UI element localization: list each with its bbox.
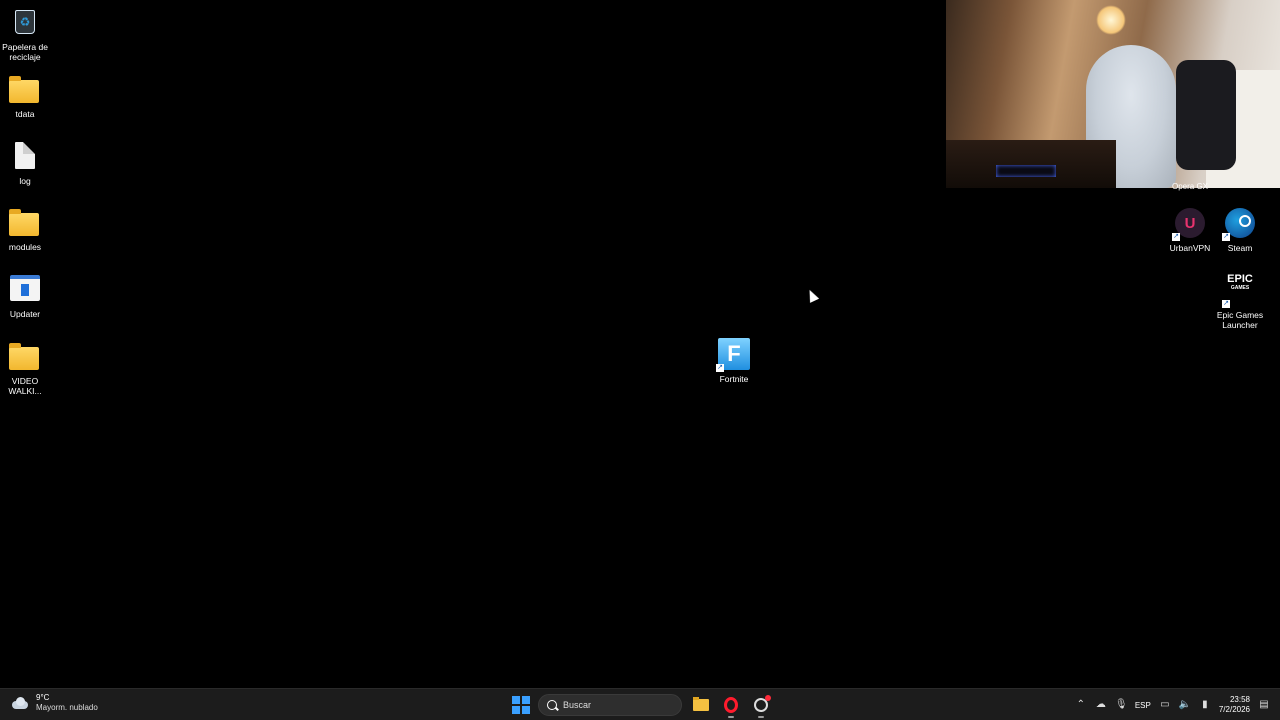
shortcut-arrow-icon: ↗ [716, 364, 724, 372]
search-icon [547, 700, 557, 710]
text-file-icon [15, 142, 35, 169]
desktop-icon-tdata[interactable]: tdata [0, 73, 55, 119]
desktop-icon-modules[interactable]: modules [0, 206, 55, 252]
taskbar-search-box[interactable]: Buscar [538, 694, 682, 716]
desktop-icon-epic-games[interactable]: EPIC GAMES ↗ Epic Games Launcher [1210, 274, 1270, 331]
desktop-icon-label: tdata [15, 109, 35, 119]
desktop-icon-log[interactable]: log [0, 140, 55, 186]
shortcut-arrow-icon: ↗ [1222, 233, 1230, 241]
weather-widget[interactable]: 9°C Mayorm. nublado [10, 693, 98, 713]
taskbar-opera[interactable] [720, 694, 742, 718]
weather-temp: 9°C [36, 693, 50, 702]
desktop-icon-label: Epic Games Launcher [1216, 310, 1264, 330]
desktop-icon-label: Fortnite [719, 374, 749, 384]
opera-icon [724, 697, 738, 713]
desktop-icon-label: modules [8, 242, 42, 252]
desktop-icon-updater[interactable]: Updater [0, 273, 55, 319]
taskbar-opera-gx[interactable] [750, 694, 772, 718]
clock-time: 23:58 [1229, 695, 1250, 704]
mouse-cursor-icon [805, 287, 820, 303]
desktop-icon-label: Updater [9, 309, 41, 319]
notification-icon[interactable]: ▤ [1258, 699, 1270, 711]
chevron-up-icon[interactable]: ⌃ [1075, 699, 1087, 711]
clock-date: 7/2/2026 [1218, 705, 1250, 714]
webcam-chair [1176, 60, 1236, 170]
shortcut-arrow-icon: ↗ [1172, 233, 1180, 241]
running-indicator [728, 716, 734, 718]
webcam-desk [946, 140, 1116, 188]
running-indicator [758, 716, 764, 718]
microphone-icon[interactable]: 🎙 [1115, 699, 1128, 711]
folder-icon [9, 343, 39, 370]
taskbar-file-explorer[interactable] [690, 694, 712, 716]
webcam-overlay [946, 0, 1280, 188]
cloud-icon [10, 696, 30, 710]
webcam-keyboard [996, 165, 1056, 177]
file-explorer-icon [693, 697, 709, 711]
desktop-icon-label: Steam [1227, 243, 1253, 253]
start-button-windows-icon[interactable] [512, 696, 530, 714]
search-placeholder: Buscar [563, 700, 592, 710]
desktop-icon-video-walki[interactable]: VIDEO WALKI... [0, 340, 55, 396]
updater-app-icon [10, 275, 40, 301]
folder-icon [9, 209, 39, 236]
weather-desc: Mayorm. nublado [36, 703, 98, 712]
recycle-bin-icon: ♻ [15, 10, 35, 34]
battery-icon[interactable]: ▮ [1199, 699, 1211, 711]
onedrive-cloud-icon[interactable]: ☁ [1095, 699, 1107, 711]
desktop-icon-recycle-bin[interactable]: ♻ Papelera de reciclaje [0, 6, 55, 62]
desktop-icon-label: UrbanVPN [1169, 243, 1211, 253]
desktop-icon-steam[interactable]: ↗ Steam [1210, 207, 1270, 253]
system-tray: ⌃ ☁ 🎙 ESP ▭ 🔈 ▮ 23:58 7/2/2026 ▤ [1075, 693, 1270, 717]
desktop-icon-label: log [19, 176, 31, 186]
taskbar-clock[interactable]: 23:58 7/2/2026 [1219, 695, 1250, 715]
epic-logo-subtext: GAMES [1230, 285, 1250, 291]
taskbar-center: Buscar [512, 692, 772, 718]
opera-gx-icon [754, 695, 771, 712]
epic-logo-text: EPIC [1227, 273, 1253, 285]
webcam-lamp [1096, 5, 1126, 35]
network-icon[interactable]: ▭ [1159, 699, 1171, 711]
volume-icon[interactable]: 🔈 [1179, 699, 1191, 711]
desktop-icon-label: Papelera de reciclaje [2, 42, 48, 62]
desktop-icon-fortnite[interactable]: F ↗ Fortnite [704, 338, 764, 384]
folder-icon [9, 76, 39, 103]
desktop-icon-label: VIDEO WALKI... [8, 376, 42, 396]
language-indicator[interactable]: ESP [1135, 701, 1151, 710]
epic-games-icon: EPIC GAMES [1227, 274, 1253, 306]
taskbar: 9°C Mayorm. nublado Buscar ⌃ ☁ 🎙 ESP ▭ 🔈 [0, 688, 1280, 720]
shortcut-arrow-icon: ↗ [1222, 300, 1230, 308]
desktop-icon-label-opera-gx[interactable]: Opera GX [1165, 182, 1215, 191]
